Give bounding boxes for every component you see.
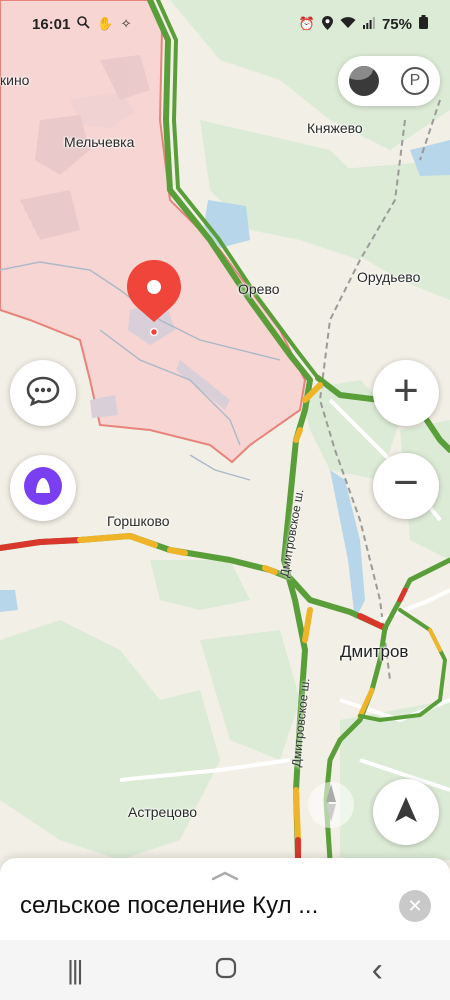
layers-icon[interactable] <box>349 66 379 96</box>
system-nav-bar: ||| ‹ <box>0 940 450 1000</box>
signal-icon <box>362 16 375 32</box>
zoom-in-label: + <box>393 366 419 415</box>
my-location-button[interactable] <box>373 779 439 845</box>
alice-icon <box>23 466 63 511</box>
map-label-orudevo: Орудьево <box>357 269 421 285</box>
map-label-orevo: Орево <box>238 281 280 297</box>
place-title[interactable]: сельское поселение Кул ... <box>20 892 318 920</box>
compass-icon <box>325 783 337 827</box>
place-card-sheet[interactable]: сельское поселение Кул ... ✕ <box>0 858 450 940</box>
wand-icon: ✧ <box>120 16 132 31</box>
zoom-in-button[interactable]: + <box>373 360 439 426</box>
parking-button[interactable]: P <box>401 67 429 95</box>
close-icon: ✕ <box>407 895 423 916</box>
recent-apps-button[interactable]: ||| <box>67 955 83 986</box>
location-icon <box>321 15 333 33</box>
chat-bubble-icon <box>26 376 60 411</box>
map-label-melchevka: Мельчевка <box>64 134 135 150</box>
map-layer-toggle: P <box>338 56 440 106</box>
map-label-astretsovo: Астрецово <box>128 804 198 820</box>
map-label-knyazhevo: Княжево <box>307 120 363 136</box>
map-label-gorshkovo: Горшково <box>107 513 170 529</box>
battery-percent: 75% <box>381 15 412 33</box>
close-button[interactable]: ✕ <box>399 890 431 922</box>
zoom-out-label: − <box>393 458 419 507</box>
zoom-out-button[interactable]: − <box>373 453 439 519</box>
status-bar: 16:01 ✋ ✧ ⏰ 75% <box>0 0 450 48</box>
hand-icon: ✋ <box>97 16 114 31</box>
battery-icon <box>419 15 428 33</box>
alarm-icon: ⏰ <box>298 16 315 31</box>
navigation-arrow-icon <box>393 796 419 829</box>
sheet-handle-chevron-up-icon[interactable] <box>211 868 239 886</box>
map-canvas[interactable]: кино Мельчевка Княжево Орево Орудьево Го… <box>0 0 450 860</box>
search-icon <box>77 16 91 32</box>
home-button[interactable] <box>215 955 237 986</box>
compass-button[interactable] <box>308 782 354 828</box>
status-time: 16:01 <box>32 15 71 33</box>
map-label-kino: кино <box>0 72 30 88</box>
map-layer <box>0 0 450 860</box>
back-button[interactable]: ‹ <box>372 951 383 990</box>
parking-label: P <box>409 72 421 89</box>
alice-assistant-button[interactable] <box>10 455 76 521</box>
chat-button[interactable] <box>10 360 76 426</box>
map-label-dmitrov: Дмитров <box>340 642 409 661</box>
wifi-icon <box>340 16 356 32</box>
